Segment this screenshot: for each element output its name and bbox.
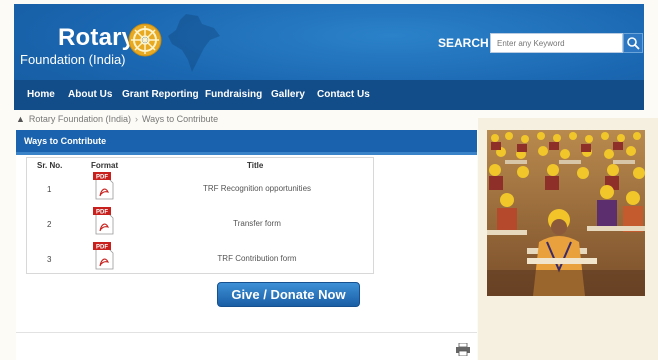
- print-icon[interactable]: [456, 343, 470, 356]
- table-row: 1 PDF TRF Recognition opportunities: [27, 172, 375, 206]
- home-icon[interactable]: ▲: [16, 114, 25, 124]
- row-title-link[interactable]: Transfer form: [157, 219, 357, 228]
- nav-grant-reporting[interactable]: Grant Reporting: [122, 89, 199, 100]
- nav-contact-us[interactable]: Contact Us: [317, 89, 370, 100]
- search-button[interactable]: [623, 33, 643, 53]
- nav-fundraising[interactable]: Fundraising: [205, 89, 262, 100]
- nav-about-us[interactable]: About Us: [68, 89, 112, 100]
- search-icon: [627, 37, 640, 50]
- logo-name: Rotary: [58, 24, 136, 51]
- rotary-wheel-icon: [128, 23, 162, 57]
- table-row: 3 PDF TRF Contribution form: [27, 242, 375, 276]
- pdf-icon-label: PDF: [96, 245, 108, 251]
- rotary-logo[interactable]: Rotary Foundation (India): [20, 18, 166, 72]
- students-exam-photo[interactable]: [487, 130, 645, 296]
- row-sr-no: 2: [47, 220, 52, 229]
- pdf-icon-label: PDF: [96, 175, 108, 181]
- breadcrumb-item[interactable]: Rotary Foundation (India): [29, 114, 131, 124]
- breadcrumb: ▲ Rotary Foundation (India) › Ways to Contr…: [16, 114, 218, 124]
- divider: [16, 332, 477, 333]
- pdf-icon[interactable]: PDF: [93, 172, 115, 200]
- downloads-table: Sr. No. Format Title 1 PDF TRF Recogniti…: [26, 157, 374, 274]
- nav-home[interactable]: Home: [27, 89, 55, 100]
- logo-subtitle: Foundation (India): [20, 52, 126, 67]
- row-sr-no: 1: [47, 185, 52, 194]
- panel-strip: [16, 152, 477, 155]
- nav-gallery[interactable]: Gallery: [271, 89, 305, 100]
- pdf-icon[interactable]: PDF: [93, 242, 115, 270]
- row-title-link[interactable]: TRF Recognition opportunities: [157, 184, 357, 193]
- column-header-sr: Sr. No.: [37, 161, 63, 170]
- breadcrumb-separator: ›: [134, 114, 138, 124]
- search-input[interactable]: [490, 33, 623, 53]
- breadcrumb-current: Ways to Contribute: [141, 114, 219, 124]
- ways-to-contribute-panel: Ways to Contribute Sr. No. Format Title …: [16, 130, 477, 360]
- search-label: SEARCH: [438, 36, 489, 50]
- donate-button[interactable]: Give / Donate Now: [217, 282, 360, 307]
- pdf-icon-label: PDF: [96, 210, 108, 216]
- table-row: 2 PDF Transfer form: [27, 207, 375, 241]
- india-map-icon: [168, 14, 220, 72]
- site-header: Rotary Foundation (India) SEARCH Enter a…: [14, 4, 644, 110]
- column-header-title: Title: [247, 161, 264, 170]
- row-title-link[interactable]: TRF Contribution form: [157, 254, 357, 263]
- row-sr-no: 3: [47, 255, 52, 264]
- column-header-format: Format: [91, 161, 119, 170]
- page: Rotary Foundation (India) SEARCH Enter a…: [0, 0, 658, 360]
- panel-header: Ways to Contribute: [16, 130, 477, 152]
- panel-title: Ways to Contribute: [24, 136, 107, 146]
- pdf-icon[interactable]: PDF: [93, 207, 115, 235]
- main-nav: Home About Us Grant Reporting Fundraisin…: [14, 80, 644, 110]
